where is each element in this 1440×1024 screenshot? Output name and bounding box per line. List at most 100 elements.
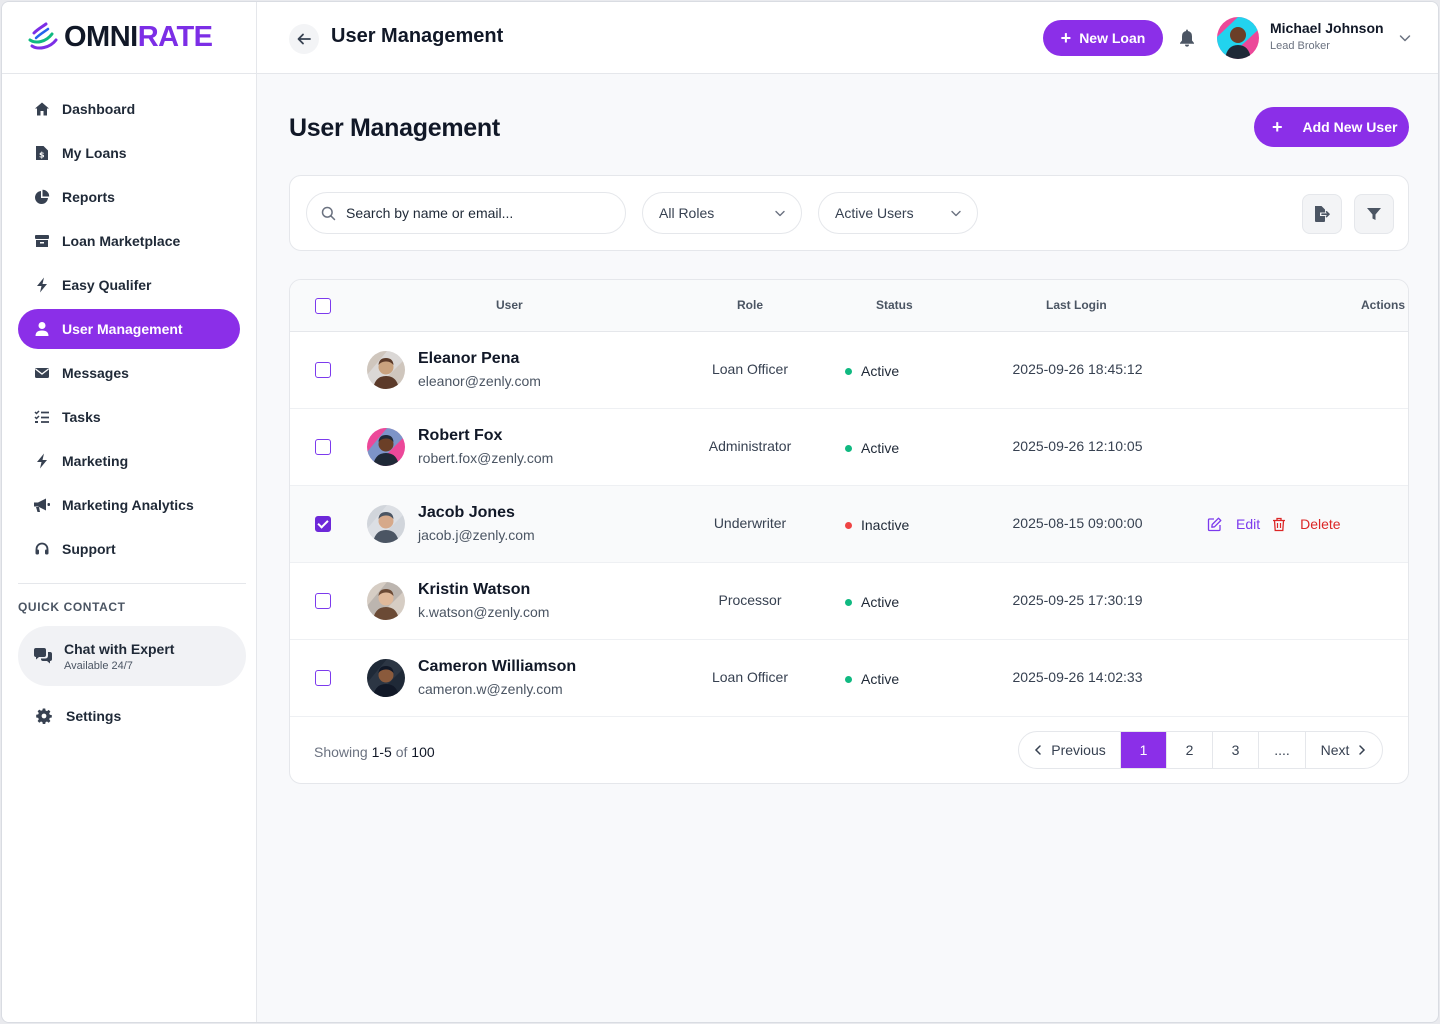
brand-name: OMNIRATE (64, 21, 213, 53)
chevron-down-icon (775, 210, 785, 217)
chat-subtitle: Available 24/7 (64, 659, 133, 672)
user-role: Lead Broker (1270, 40, 1330, 52)
user-avatar (367, 428, 405, 466)
table-row[interactable]: Kristin Watson k.watson@zenly.com Processo… (290, 563, 1408, 640)
user-name: Michael Johnson (1270, 20, 1384, 36)
back-button[interactable] (289, 24, 319, 54)
sidebar-item-label: Reports (62, 189, 115, 205)
user-email: robert.fox@zenly.com (418, 450, 554, 466)
sidebar-item-label: Dashboard (62, 101, 136, 117)
sidebar-item-label: Marketing Analytics (62, 497, 194, 513)
table-row[interactable]: Robert Fox robert.fox@zenly.com Administra… (290, 409, 1408, 486)
brand[interactable]: OMNIRATE (2, 2, 256, 74)
user-email: k.watson@zenly.com (418, 604, 550, 620)
bell-icon[interactable] (1177, 28, 1197, 48)
archive-icon (32, 231, 52, 251)
sidebar-item-support[interactable]: Support (18, 529, 240, 569)
column-header-user[interactable]: User (496, 298, 523, 312)
page-1-button[interactable]: 1 (1121, 732, 1167, 768)
status-dot (845, 521, 852, 529)
status-label: Active (861, 671, 900, 687)
list-check-icon (32, 407, 52, 427)
page-title: User Management (289, 114, 500, 142)
user-name: Eleanor Pena (418, 350, 520, 367)
export-button[interactable] (1302, 194, 1342, 234)
user-email: cameron.w@zenly.com (418, 681, 563, 697)
row-checkbox[interactable] (315, 593, 331, 609)
column-header-role[interactable]: Role (737, 298, 763, 312)
row-checkbox[interactable] (315, 362, 331, 378)
column-header-last-login[interactable]: Last Login (1046, 298, 1107, 312)
home-icon (32, 99, 52, 119)
search-box[interactable] (306, 192, 626, 234)
svg-text:$: $ (39, 151, 45, 160)
delete-label: Delete (1300, 516, 1341, 532)
sidebar-item-label: Support (62, 541, 116, 557)
chevron-right-icon (1359, 745, 1366, 755)
sidebar-item-my-loans[interactable]: $ My Loans (18, 133, 240, 173)
status-badge: Active (845, 594, 899, 610)
app-window: OMNIRATE Dashboard $ My Loans Reports Loan M… (1, 1, 1439, 1023)
chevron-down-icon[interactable] (1397, 30, 1413, 46)
sidebar-item-label: Messages (62, 365, 129, 381)
status-label: Active (861, 594, 900, 610)
table-row[interactable]: Jacob Jones jacob.j@zenly.com Underwriter I… (290, 486, 1408, 563)
next-page-button[interactable]: Next (1306, 732, 1382, 768)
status-badge: Active (845, 671, 899, 687)
last-login: 2025-09-26 18:45:12 (1012, 361, 1143, 377)
status-dot (845, 598, 852, 606)
sidebar-item-marketing-analytics[interactable]: Marketing Analytics (18, 485, 240, 525)
user-email: eleanor@zenly.com (418, 373, 541, 389)
settings-link[interactable]: Settings (34, 708, 256, 724)
user-avatar (367, 351, 405, 389)
funnel-icon (1367, 208, 1381, 220)
select-all-checkbox[interactable] (315, 298, 331, 314)
filter-bar: All Roles Active Users (289, 175, 1409, 251)
row-checkbox[interactable] (315, 439, 331, 455)
row-checkbox[interactable] (315, 670, 331, 686)
sidebar-item-marketing[interactable]: Marketing (18, 441, 240, 481)
avatar-image (1217, 17, 1259, 59)
sidebar-item-messages[interactable]: Messages (18, 353, 240, 393)
previous-page-button[interactable]: Previous (1019, 732, 1121, 768)
gear-icon (36, 708, 52, 724)
new-loan-label: New Loan (1079, 30, 1146, 46)
chat-with-expert-button[interactable]: Chat with Expert Available 24/7 (18, 626, 246, 686)
user-name: Jacob Jones (418, 504, 515, 521)
header-title: User Management (331, 25, 504, 47)
sidebar-item-dashboard[interactable]: Dashboard (18, 89, 240, 129)
user-avatar (367, 582, 405, 620)
chat-bubbles-icon (34, 648, 52, 664)
status-label: Active (861, 440, 900, 456)
bolt-icon (32, 275, 52, 295)
more-pages-button[interactable]: .... (1259, 732, 1306, 768)
sidebar-item-easy-qualifer[interactable]: Easy Qualifer (18, 265, 240, 305)
page-2-button[interactable]: 2 (1167, 732, 1213, 768)
status-filter-select[interactable]: Active Users (818, 192, 978, 234)
status-dot (845, 675, 852, 683)
sidebar-item-reports[interactable]: Reports (18, 177, 240, 217)
filter-button[interactable] (1354, 194, 1394, 234)
file-export-icon (1315, 206, 1330, 222)
table-row[interactable]: Cameron Williamson cameron.w@zenly.com Loa… (290, 640, 1408, 717)
column-header-status[interactable]: Status (876, 298, 913, 312)
delete-button[interactable]: Delete (1272, 516, 1341, 532)
new-loan-button[interactable]: + New Loan (1043, 20, 1163, 56)
sidebar-item-loan-marketplace[interactable]: Loan Marketplace (18, 221, 240, 261)
status-label: Active (861, 363, 900, 379)
add-new-user-button[interactable]: + Add New User (1254, 107, 1409, 147)
megaphone-icon (32, 495, 52, 515)
search-input[interactable] (346, 205, 606, 221)
page-3-button[interactable]: 3 (1213, 732, 1259, 768)
profile-avatar[interactable] (1217, 17, 1259, 59)
sidebar-item-label: Loan Marketplace (62, 233, 181, 249)
column-header-actions: Actions (1361, 298, 1406, 312)
table-row[interactable]: Eleanor Pena eleanor@zenly.com Loan Office… (290, 332, 1408, 409)
edit-button[interactable]: Edit (1207, 516, 1260, 532)
sidebar-item-user-management[interactable]: User Management (18, 309, 240, 349)
plus-icon: + (1272, 116, 1283, 137)
row-checkbox[interactable] (315, 516, 331, 532)
sidebar-item-tasks[interactable]: Tasks (18, 397, 240, 437)
role-filter-select[interactable]: All Roles (642, 192, 802, 234)
user-role: Loan Officer (711, 361, 788, 377)
